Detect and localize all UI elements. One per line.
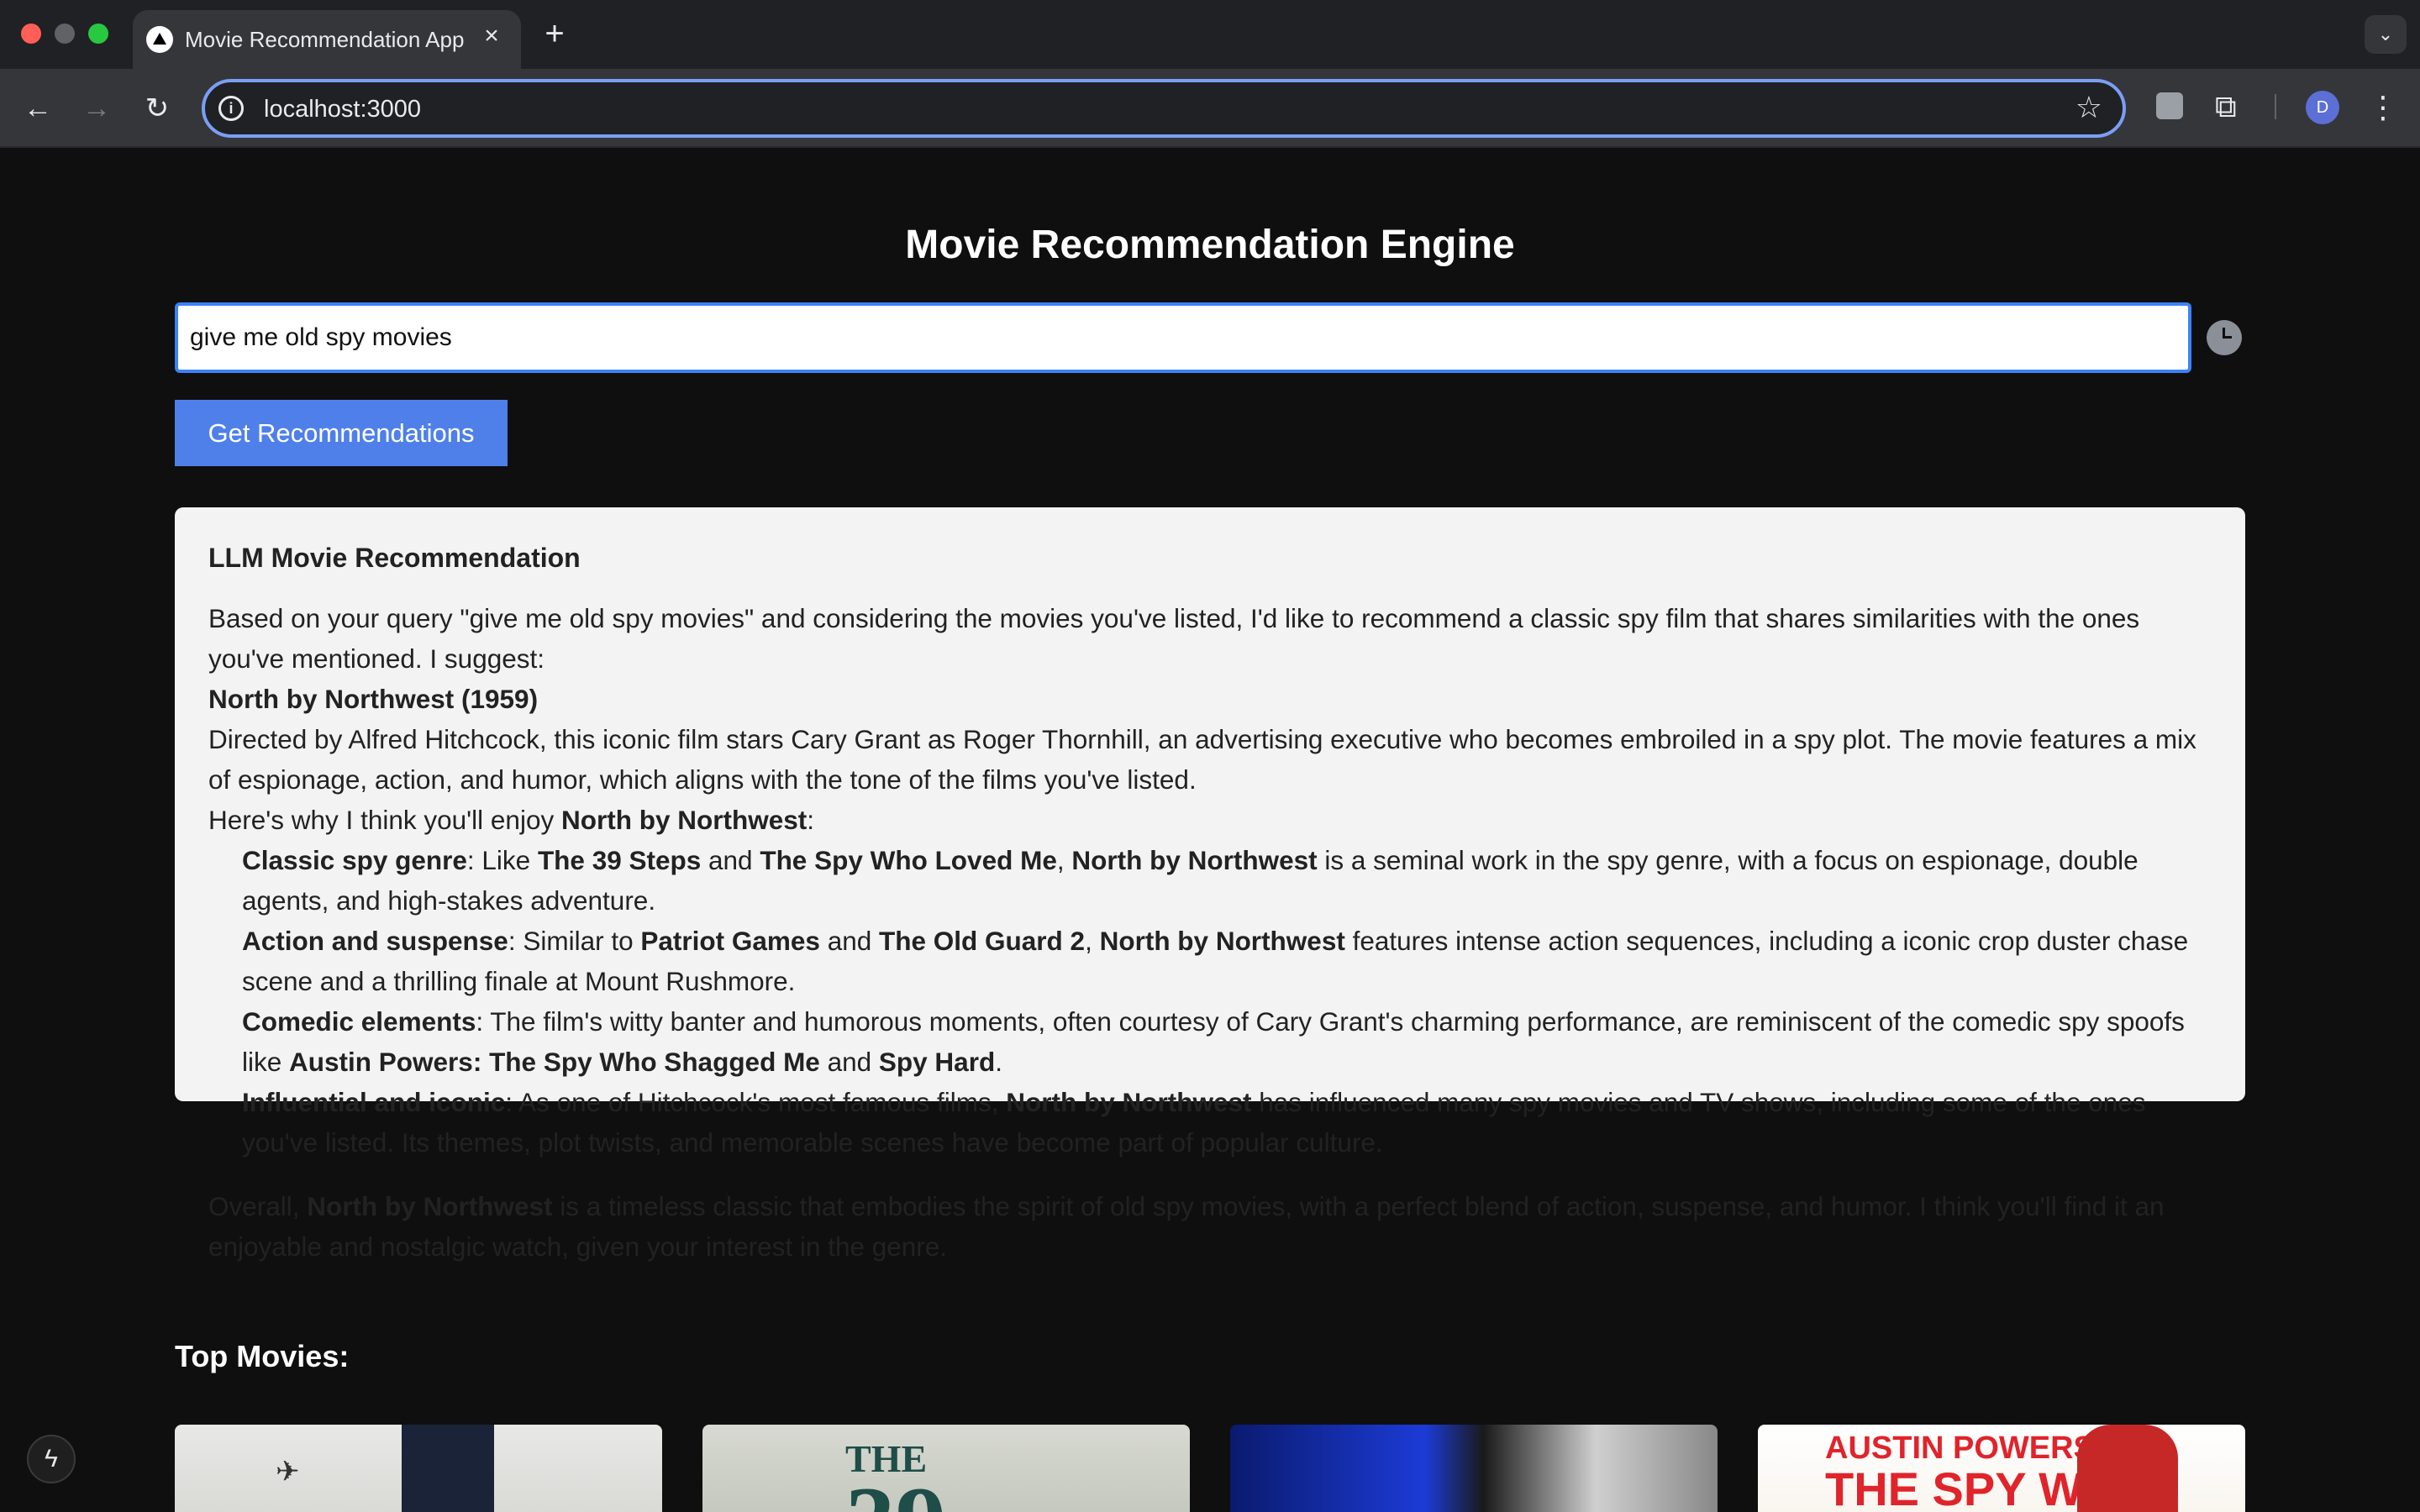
reason-item: Comedic elements: The film's witty bante… [242,1006,2185,1077]
browser-tab-bar: Movie Recommendation App × + ⌄ [0,0,2420,69]
poster-figure [2077,1425,2178,1512]
recommended-movie-title: North by Northwest (1959) [208,684,539,714]
tab-title: Movie Recommendation App [185,27,465,52]
poster-figure [402,1425,494,1512]
forward-arrow-icon[interactable]: → [76,87,118,129]
recommendation-heading: LLM Movie Recommendation [208,543,581,573]
kebab-menu-icon[interactable]: ⋮ [2368,87,2398,128]
clock-icon[interactable] [2207,320,2242,355]
top-movies-title: Top Movies: [175,1339,350,1373]
new-tab-button[interactable]: + [538,15,571,52]
search-input[interactable] [175,302,2191,373]
address-url[interactable]: localhost:3000 [264,96,421,123]
movie-poster[interactable]: THE 39 [702,1425,1190,1512]
reasons-list: Classic spy genre: Like The 39 Steps and… [208,840,2212,1163]
browser-toolbar: ← → ↻ i localhost:3000 ☆ [0,69,2420,148]
extension-icon[interactable] [2156,92,2183,119]
get-recommendations-button[interactable]: Get Recommendations [175,400,508,466]
recommendation-overall: Overall, North by Northwest is a timeles… [208,1191,2165,1262]
page-title: Movie Recommendation Engine [905,223,1515,267]
tab-search-button[interactable]: ⌄ [2365,15,2407,54]
why-enjoy-line: Here's why I think you'll enjoy North by… [208,805,814,835]
movie-poster[interactable]: ✈ [175,1425,662,1512]
reason-item: Classic spy genre: Like The 39 Steps and… [242,845,2139,916]
profile-avatar[interactable]: D [2306,91,2339,124]
favicon-icon [146,26,173,53]
bookmark-star-icon[interactable]: ☆ [2075,91,2102,124]
poster-text: 39 [845,1472,946,1512]
window-zoom-button[interactable] [88,24,108,44]
address-bar[interactable]: i localhost:3000 ☆ [202,79,2126,138]
window-close-button[interactable] [21,24,41,44]
window-minimize-button[interactable] [55,24,75,44]
browser-tab[interactable]: Movie Recommendation App × [133,10,521,69]
back-arrow-icon[interactable]: ← [17,87,59,129]
page-content: Movie Recommendation Engine Get Recommen… [0,148,2420,1512]
recommendation-card: LLM Movie Recommendation Based on your q… [175,507,2245,1262]
movie-poster[interactable] [1230,1425,1718,1512]
movie-poster[interactable]: AUSTIN POWERS THE SPY WHO [1758,1425,2245,1512]
poster-text: AUSTIN POWERS [1825,1431,2095,1466]
recommendation-intro: Based on your query "give me old spy mov… [208,603,2140,674]
tab-close-icon[interactable]: × [477,22,506,50]
reload-icon[interactable]: ↻ [136,87,178,129]
helicopter-icon: ✈ [276,1456,300,1488]
toolbar-divider [2275,94,2276,119]
site-info-icon[interactable]: i [218,96,244,121]
recommendation-description: Directed by Alfred Hitchcock, this iconi… [208,724,2196,795]
bolt-icon[interactable]: ϟ [27,1435,76,1483]
puzzle-icon[interactable]: ⧉ [2215,89,2237,125]
reason-item: Influential and iconic: As one of Hitchc… [242,1087,2146,1158]
reason-item: Action and suspense: Similar to Patriot … [242,926,2189,996]
